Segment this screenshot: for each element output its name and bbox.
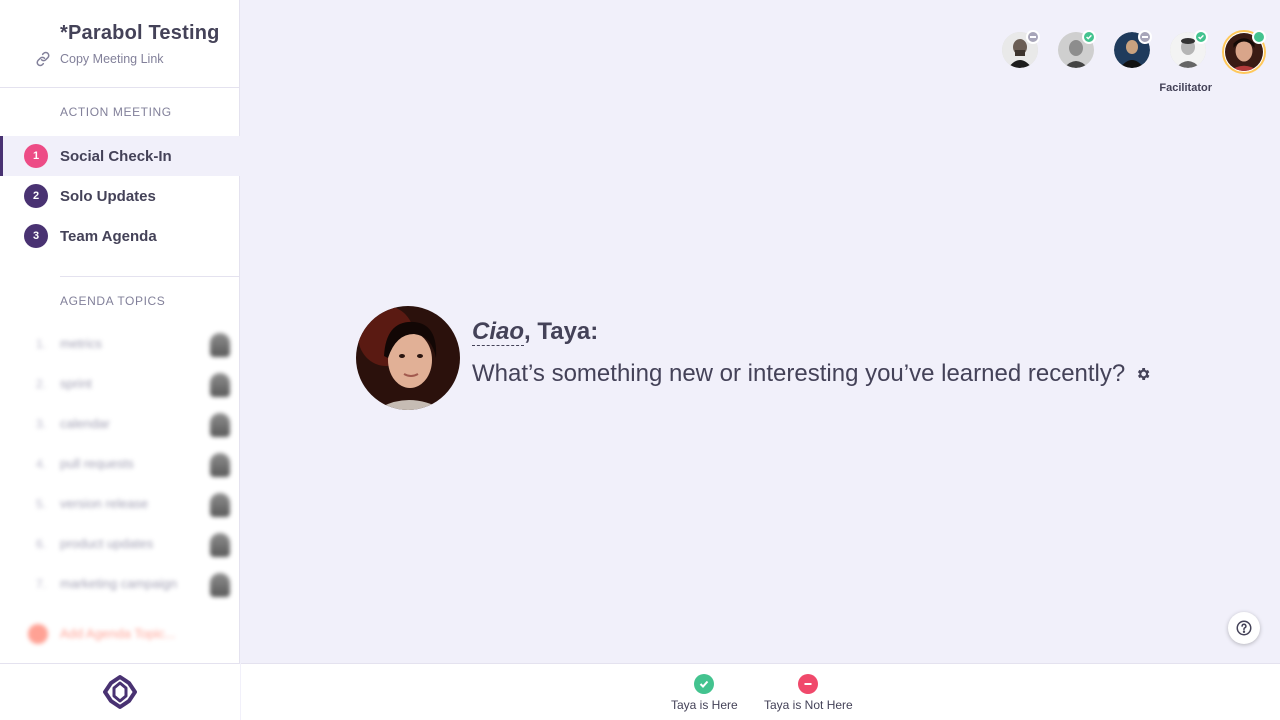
topic-number: 6.	[36, 537, 47, 551]
avatar	[210, 453, 230, 477]
check-icon	[694, 674, 715, 694]
phase-number: 3	[24, 224, 48, 248]
link-icon	[36, 51, 50, 67]
agenda-section-label: AGENDA TOPICS	[60, 294, 166, 308]
here-label: Taya is Here	[671, 698, 738, 712]
mark-here-button[interactable]: Taya is Here	[671, 674, 738, 712]
add-topic-label: Add Agenda Topic...	[60, 626, 176, 641]
checkin-greeting: Ciao, Taya:	[472, 318, 598, 346]
phase-label: Social Check-In	[60, 147, 172, 165]
mark-not-here-button[interactable]: Taya is Not Here	[764, 674, 853, 712]
topic-label: product updates	[60, 536, 154, 551]
agenda-topic-item[interactable]: 1. metrics	[0, 325, 240, 365]
agenda-topic-item[interactable]: 3. calendar	[0, 405, 240, 445]
not-here-label: Taya is Not Here	[764, 698, 853, 712]
plus-icon	[28, 624, 48, 644]
avatar	[210, 533, 230, 557]
greeting-word[interactable]: Ciao	[472, 318, 525, 346]
copy-meeting-link[interactable]: Copy Meeting Link	[34, 50, 164, 68]
agenda-topic-item[interactable]: 2. sprint	[0, 365, 240, 405]
checkin-question-row: What’s something new or interesting you’…	[472, 360, 1151, 388]
team-name[interactable]: *Parabol Testing	[60, 22, 220, 45]
topic-label: pull requests	[60, 456, 134, 471]
phase-number: 2	[24, 184, 48, 208]
topic-label: version release	[60, 496, 149, 511]
participant-avatar[interactable]	[1056, 30, 1096, 70]
participant-avatars	[1000, 30, 1266, 74]
topic-number: 5.	[36, 497, 47, 511]
topic-number: 7.	[36, 577, 47, 591]
participant-avatar[interactable]	[1112, 30, 1152, 70]
status-here-icon	[1082, 30, 1096, 44]
topic-label: sprint	[60, 376, 92, 391]
gear-icon[interactable]	[1135, 366, 1151, 382]
greeting-name: , Taya:	[524, 318, 599, 345]
avatar	[210, 493, 230, 517]
participant-avatar[interactable]	[1000, 30, 1040, 70]
help-icon	[1236, 620, 1252, 636]
agenda-topic-item[interactable]: 5. version release	[0, 485, 240, 525]
checkin-prompt: Ciao, Taya: What’s something new or inte…	[356, 306, 1176, 410]
agenda-topic-item[interactable]: 4. pull requests	[0, 445, 240, 485]
avatar	[210, 373, 230, 397]
nav-phase-team-agenda[interactable]: 3 Team Agenda	[0, 216, 240, 256]
topic-number: 1.	[36, 337, 47, 351]
facilitator-label: Facilitator	[1159, 82, 1212, 94]
nav-phase-solo-updates[interactable]: 2 Solo Updates	[0, 176, 240, 216]
parabol-logo-icon[interactable]	[102, 674, 138, 710]
sidebar: *Parabol Testing Copy Meeting Link ACTIO…	[0, 0, 240, 720]
topic-number: 4.	[36, 457, 47, 471]
agenda-topic-item[interactable]: 6. product updates	[0, 525, 240, 565]
topic-label: metrics	[60, 336, 102, 351]
phase-label: Team Agenda	[60, 227, 157, 245]
avatar	[210, 413, 230, 437]
nav-phase-social-check-in[interactable]: 1 Social Check-In	[0, 136, 240, 176]
topic-number: 3.	[36, 417, 47, 431]
meeting-section-label: ACTION MEETING	[60, 105, 172, 119]
copy-link-label: Copy Meeting Link	[60, 52, 164, 66]
minus-icon	[798, 674, 819, 694]
topic-label: calendar	[60, 416, 110, 431]
status-away-icon	[1026, 30, 1040, 44]
checkin-question: What’s something new or interesting you’…	[472, 360, 1126, 387]
status-away-icon	[1138, 30, 1152, 44]
avatar	[210, 333, 230, 357]
status-here-icon	[1194, 30, 1208, 44]
bottom-bar: Taya is Here Taya is Not Here	[241, 663, 1280, 720]
avatar	[210, 573, 230, 597]
help-button[interactable]	[1228, 612, 1260, 644]
participant-avatar[interactable]	[1168, 30, 1208, 70]
topic-number: 2.	[36, 377, 47, 391]
phase-label: Solo Updates	[60, 187, 156, 205]
agenda-topic-item[interactable]: 7. marketing campaign	[0, 565, 240, 605]
team-header: *Parabol Testing Copy Meeting Link	[0, 0, 240, 88]
status-online-icon	[1252, 30, 1266, 44]
phase-number: 1	[24, 144, 48, 168]
facilitator-avatar[interactable]	[1222, 30, 1266, 74]
divider	[60, 276, 239, 277]
checkin-avatar	[356, 306, 460, 410]
sidebar-footer	[0, 663, 240, 720]
topic-label: marketing campaign	[60, 576, 178, 591]
